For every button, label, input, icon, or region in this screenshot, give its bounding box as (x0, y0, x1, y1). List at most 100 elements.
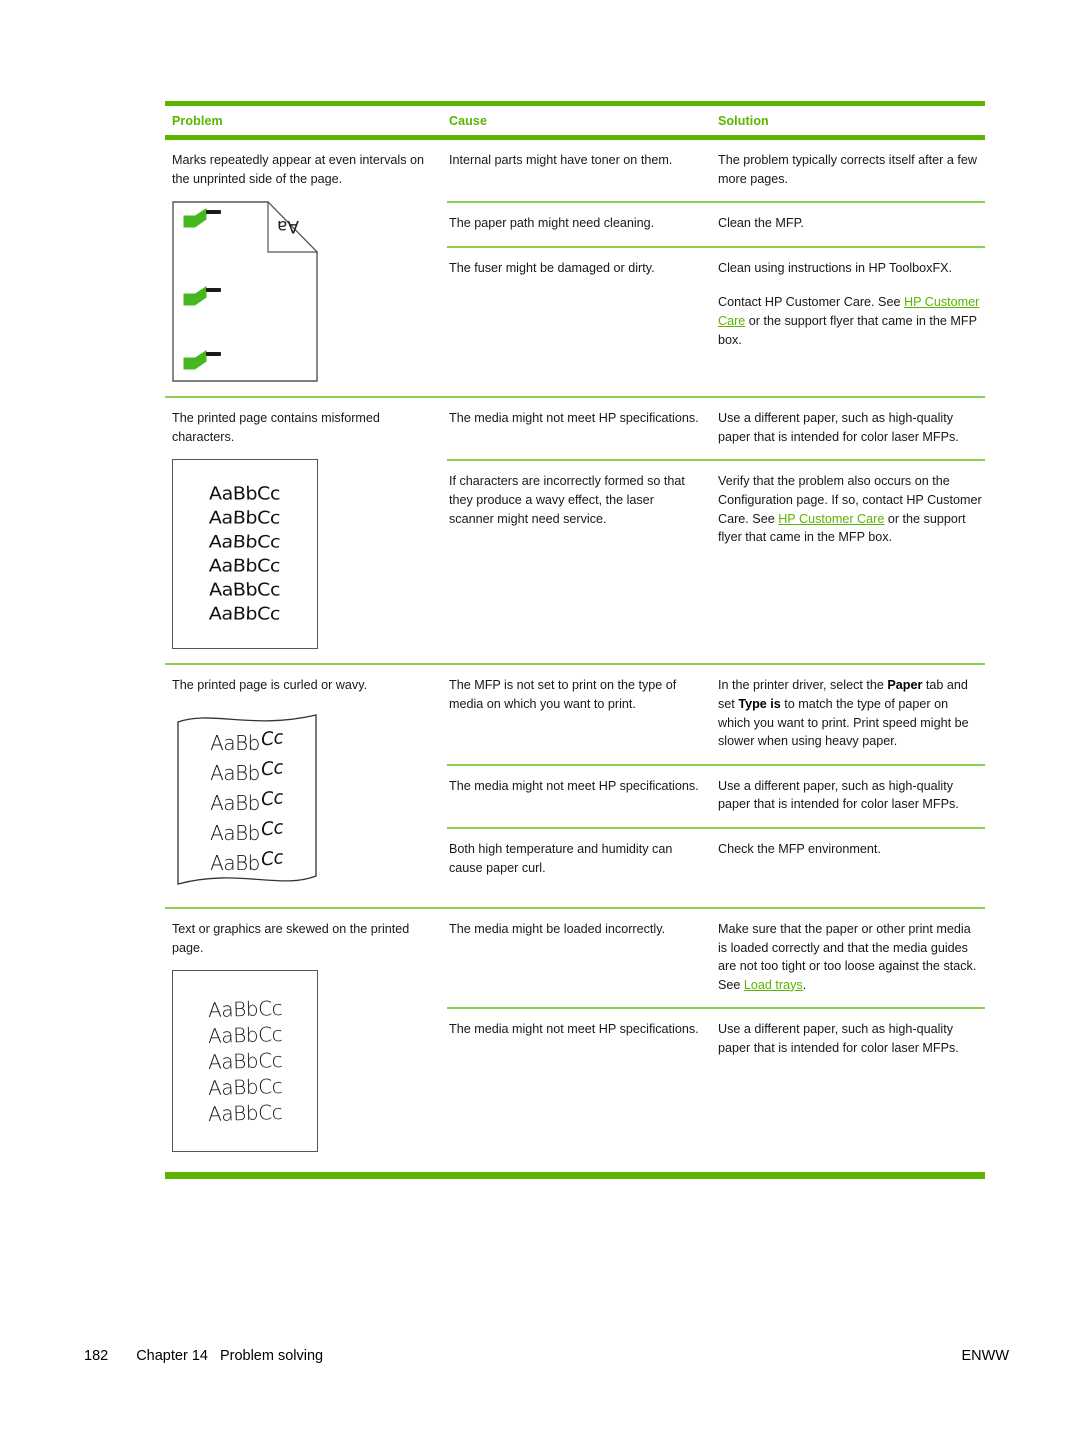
sample-text-line: AaBbCc (209, 483, 281, 505)
cause-text: The media might be loaded incorrectly. (449, 921, 666, 936)
page-footer: 182 Chapter 14 Problem solving ENWW (84, 1348, 1009, 1364)
cause-solution-stack: The media might be loaded incorrectly. Ma… (447, 909, 985, 1166)
body-text-run: or the support flyer that came in the MF… (718, 313, 977, 347)
cause-cell: The media might be loaded incorrectly. (447, 909, 716, 1007)
table-row: The media might not meet HP specificatio… (447, 763, 985, 827)
misformed-text-graphic: AaBbCc AaBbCc AaBbCc AaBbCc AaBbCc AaBbCc (172, 459, 318, 650)
footer-chapter-title: Problem solving (219, 1348, 324, 1364)
table-row: The MFP is not set to print on the type … (447, 665, 985, 763)
cause-text: Both high temperature and humidity can c… (449, 841, 673, 875)
cause-text: Internal parts might have toner on them. (449, 153, 673, 167)
solution-cell: Use a different paper, such as high-qual… (716, 766, 985, 827)
sample-text-line: AaBbCc (210, 786, 285, 816)
sample-text-line: AaBbCc (209, 556, 281, 577)
solution-cell: Use a different paper, such as high-qual… (716, 398, 985, 459)
illustration-misformed-characters: AaBbCc AaBbCc AaBbCc AaBbCc AaBbCc AaBbCc (172, 459, 433, 650)
document-page: Problem Cause Solution Marks repeatedly … (0, 0, 1080, 1437)
body-text-run: In the printer driver, select the (718, 678, 888, 693)
cause-text: The MFP is not set to print on the type … (449, 678, 677, 711)
cause-text: The media might not meet HP specificatio… (449, 411, 699, 426)
solution-cell: Make sure that the paper or other print … (716, 909, 985, 1007)
skewed-text-graphic: AaBbCc AaBbCc AaBbCc AaBbCc AaBbCc (172, 970, 318, 1153)
body-text-run: Check the MFP environment. (718, 841, 881, 856)
table-header-row: Problem Cause Solution (165, 106, 985, 135)
problem-cell: Text or graphics are skewed on the print… (165, 909, 447, 1166)
cause-solution-stack: The media might not meet HP specificatio… (447, 398, 985, 663)
sample-text-line: AaBbCc (209, 508, 281, 529)
toner-mark (206, 210, 221, 215)
problem-group: The printed page is curled or wavy. AaBbC… (165, 663, 985, 907)
page-graphic: Aa (172, 201, 318, 382)
problem-group: The printed page contains misformed char… (165, 396, 985, 663)
cross-reference-link[interactable]: Load trays (744, 978, 803, 992)
repeat-mark-callout (182, 349, 221, 371)
problem-description: Text or graphics are skewed on the print… (172, 921, 410, 955)
table-row: The paper path might need cleaning. Clean… (447, 201, 985, 246)
illustration-wavy-page: AaBbCc AaBbCc AaBbCc AaBbCc AaBbCc (172, 708, 433, 893)
column-header-cause: Cause (449, 114, 488, 128)
green-arrow-icon (182, 207, 208, 229)
cause-cell: The paper path might need cleaning. (447, 203, 716, 246)
cause-cell: The media might not meet HP specificatio… (447, 398, 716, 459)
sample-text-line: AaBbCc (210, 756, 285, 786)
body-text-run: The problem typically corrects itself af… (718, 153, 977, 186)
cross-reference-link[interactable]: HP Customer Care (778, 512, 884, 526)
sample-text-line: AaBbCc (208, 580, 282, 601)
table-body: Marks repeatedly appear at even interval… (165, 140, 985, 1166)
cause-text: The fuser might be damaged or dirty. (449, 260, 655, 275)
cause-cell: The media might not meet HP specificatio… (447, 766, 716, 827)
green-arrow-icon (182, 285, 208, 307)
table-row: The media might not meet HP specificatio… (447, 1007, 985, 1070)
solution-cell: In the printer driver, select the Paper … (716, 665, 985, 763)
cause-text: The paper path might need cleaning. (449, 216, 655, 231)
wavy-page-graphic: AaBbCc AaBbCc AaBbCc AaBbCc AaBbCc (172, 708, 322, 893)
sample-text-line: AaBbCc (207, 1048, 283, 1075)
troubleshooting-table: Problem Cause Solution Marks repeatedly … (165, 101, 985, 1180)
cause-text: The media might not meet HP specificatio… (449, 1022, 699, 1037)
problem-cell: Marks repeatedly appear at even interval… (165, 140, 447, 396)
problem-group: Text or graphics are skewed on the print… (165, 906, 985, 1166)
table-row: Both high temperature and humidity can c… (447, 826, 985, 890)
problem-group: Marks repeatedly appear at even interval… (165, 140, 985, 396)
solution-cell: The problem typically corrects itself af… (716, 140, 985, 201)
sample-text-line: AaBbCc (209, 604, 281, 625)
table-row: If characters are incorrectly formed so … (447, 459, 985, 559)
cause-cell: The MFP is not set to print on the type … (447, 665, 716, 763)
table-row: Internal parts might have toner on them.… (447, 140, 985, 201)
body-text-run: Contact HP Customer Care. See (718, 295, 904, 310)
cause-solution-stack: The MFP is not set to print on the type … (447, 665, 985, 907)
body-text-run: Clean the MFP. (718, 216, 804, 231)
table-bottom-rule (165, 1172, 985, 1180)
emphasis-text: Type is (738, 696, 781, 711)
repeat-mark-callout (182, 285, 221, 307)
emphasis-text: Paper (887, 678, 923, 693)
illustration-page-with-folded-corner: Aa (172, 201, 433, 382)
toner-mark (206, 288, 221, 293)
body-text-run: Use a different paper, such as high-qual… (718, 1022, 959, 1055)
body-text-run: Clean using instructions in HP ToolboxFX… (718, 260, 953, 275)
solution-cell: Clean the MFP. (716, 203, 985, 246)
problem-cell: The printed page contains misformed char… (165, 398, 447, 663)
footer-chapter: Chapter 14 (136, 1348, 208, 1364)
footer-left-group: 182 Chapter 14 Problem solving (84, 1348, 323, 1364)
cause-text: If characters are incorrectly formed so … (449, 474, 685, 526)
solution-cell: Verify that the problem also occurs on t… (716, 461, 985, 559)
sample-text-line: AaBbCc (207, 996, 283, 1023)
table-row: The media might be loaded incorrectly. Ma… (447, 909, 985, 1007)
problem-description: Marks repeatedly appear at even interval… (172, 153, 425, 186)
solution-cell: Use a different paper, such as high-qual… (716, 1009, 985, 1070)
column-header-problem: Problem (172, 114, 223, 128)
sample-text-line: AaBbCc (210, 846, 285, 876)
table-row: The fuser might be damaged or dirty. Clea… (447, 245, 985, 362)
sample-text-line: AaBbCc (207, 1074, 283, 1101)
sample-text-line: AaBbCc (207, 1022, 283, 1049)
toner-mark (206, 352, 221, 357)
body-text-run: . (802, 977, 807, 992)
problem-description: The printed page is curled or wavy. (172, 678, 368, 693)
illustration-skewed-characters: AaBbCc AaBbCc AaBbCc AaBbCc AaBbCc (172, 970, 433, 1153)
solution-cell: Check the MFP environment. (716, 829, 985, 890)
sample-text-line: AaBbCc (210, 816, 285, 846)
sample-text-line: AaBbCc (207, 1100, 283, 1127)
cause-cell: The media might not meet HP specificatio… (447, 1009, 716, 1070)
cause-text: The media might not meet HP specificatio… (449, 778, 699, 793)
